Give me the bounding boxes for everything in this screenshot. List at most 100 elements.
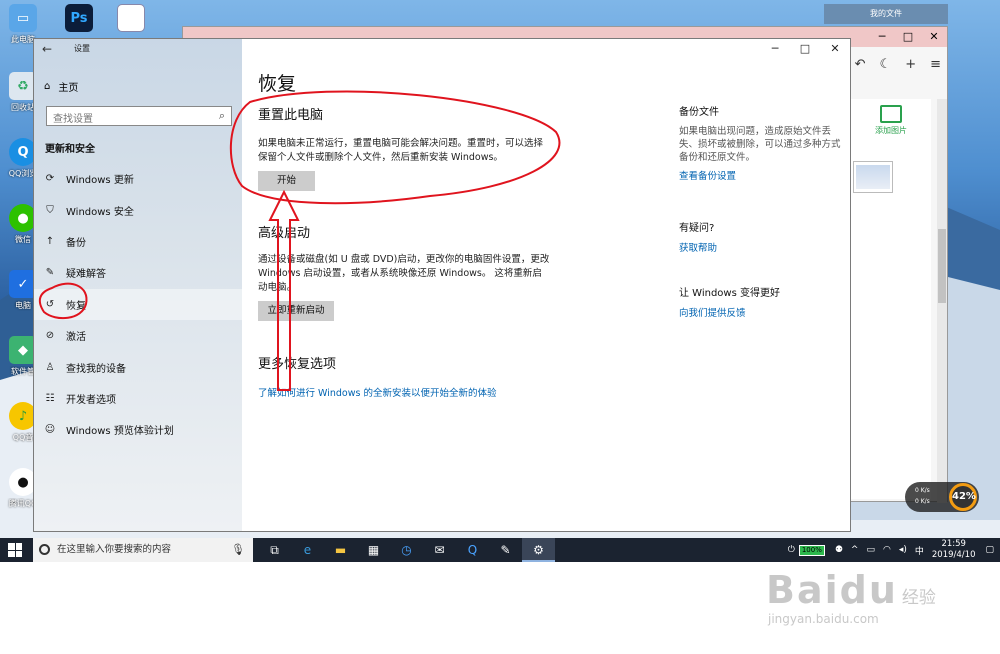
close-icon[interactable]: ✕: [820, 39, 850, 59]
bg-window-controls: ─ □ ✕: [869, 27, 947, 47]
nav-item-label: Windows 更新: [66, 175, 134, 187]
reset-pc-heading: 重置此电脑: [258, 108, 324, 123]
nav-item-recovery[interactable]: ↺ 恢复: [34, 288, 242, 320]
nav-item-backup[interactable]: ↑ 备份: [34, 226, 242, 257]
moon-icon[interactable]: ☾: [880, 57, 892, 72]
people-icon[interactable]: ⚉: [835, 545, 843, 555]
minimize-icon[interactable]: ─: [760, 39, 790, 59]
nav-item-windows-security[interactable]: ⛉ Windows 安全: [34, 194, 242, 225]
shield-icon: ⛉: [46, 204, 54, 216]
mail-icon[interactable]: ✉: [423, 538, 456, 562]
minimize-icon[interactable]: ─: [869, 27, 895, 47]
nav-item-find-my-device[interactable]: ♙ 查找我的设备: [34, 351, 242, 382]
related-panel: 备份文件 如果电脑出现问题，造成原始文件丢失、损坏或被删除，可以通过多种方式备份…: [679, 103, 844, 319]
nav-item-activation[interactable]: ⊘ 激活: [34, 320, 242, 351]
battery-indicator[interactable]: 100%: [798, 544, 825, 556]
paint-app-icon[interactable]: ✎: [489, 538, 522, 562]
nav-item-label: 恢复: [66, 300, 86, 312]
desktop-icon-photoshop[interactable]: Ps: [62, 4, 96, 34]
maximize-icon[interactable]: □: [895, 27, 921, 47]
image-icon: [880, 105, 902, 123]
taskbar: 在这里输入你要搜索的内容 🎙 ⧉ e ▬ ▦ ◷ ✉ Q ✎ ⚙ ⏻ 100% …: [0, 538, 1000, 562]
settings-window: ⌂ 主页 查找设置 ⌕ 更新和安全 ⟳ Windows 更新 ⛉ Windows…: [33, 38, 851, 532]
feedback-link[interactable]: 向我们提供反馈: [679, 305, 844, 319]
close-icon[interactable]: ✕: [921, 27, 947, 47]
settings-gear-icon[interactable]: ⚙: [522, 538, 555, 562]
nav-item-developer[interactable]: ☷ 开发者选项: [34, 383, 242, 414]
bg-window-panel: 添加图片: [851, 99, 931, 499]
maximize-icon[interactable]: □: [790, 39, 820, 59]
settings-sidebar: ⌂ 主页 查找设置 ⌕ 更新和安全 ⟳ Windows 更新 ⛉ Windows…: [34, 39, 242, 531]
add-picture-label: 添加图片: [875, 126, 907, 135]
task-view-icon[interactable]: ⧉: [258, 538, 291, 562]
advanced-startup-description: 通过设备或磁盘(如 U 盘或 DVD)启动，更改你的电脑固件设置，更改 Wind…: [258, 254, 550, 293]
restart-now-button[interactable]: 立即重新启动: [258, 301, 334, 321]
refresh-icon: ⟳: [45, 173, 55, 185]
computer-icon: ▭: [9, 4, 37, 32]
fresh-install-link[interactable]: 了解如何进行 Windows 的全新安装以便开始全新的体验: [258, 385, 578, 399]
clock-time: 21:59: [941, 539, 966, 549]
nav-item-insider[interactable]: ☺ Windows 预览体验计划: [34, 414, 242, 445]
get-help-link[interactable]: 获取帮助: [679, 240, 844, 254]
backup-arrow-icon: ↑: [45, 235, 55, 247]
watermark-brand: Bai: [766, 568, 840, 612]
plug-icon: ⏻: [787, 545, 795, 555]
window-controls: ─ □ ✕: [760, 39, 850, 59]
document-icon: [117, 4, 145, 32]
more-recovery-heading: 更多恢复选项: [258, 357, 337, 372]
microphone-icon[interactable]: 🎙: [231, 538, 245, 562]
ime-indicator[interactable]: 中: [915, 544, 924, 557]
start-button[interactable]: [8, 543, 22, 557]
taskbar-search-placeholder: 在这里输入你要搜索的内容: [57, 544, 172, 555]
system-tray: ⏻ 100% ⚉ ^ ▭ ◠ ◂) 中 21:59 2019/4/10 ▢: [788, 538, 1000, 562]
network-icon[interactable]: ▭: [866, 545, 875, 555]
clock-app-icon[interactable]: ◷: [390, 538, 423, 562]
nav-item-label: 开发者选项: [66, 394, 116, 406]
bg-window-scrollbar[interactable]: [937, 99, 947, 503]
volume-icon[interactable]: ◂): [899, 545, 907, 555]
chevron-up-icon[interactable]: ^: [851, 545, 859, 555]
reset-start-button[interactable]: 开始: [258, 171, 315, 191]
recovery-content: 恢复 重置此电脑 如果电脑未正常运行，重置电脑可能会解决问题。重置时，可以选择保…: [258, 69, 578, 399]
speed-widget[interactable]: 0 K/s 0 K/s 42%: [905, 482, 979, 512]
nav-item-label: Windows 安全: [66, 206, 134, 218]
menu-icon[interactable]: ≡: [930, 57, 941, 72]
store-icon[interactable]: ▦: [357, 538, 390, 562]
qq-browser-taskbar-icon[interactable]: Q: [456, 538, 489, 562]
insider-icon: ☺: [44, 424, 56, 436]
upload-rate: 0 K/s: [915, 487, 930, 494]
plus-icon[interactable]: +: [905, 57, 916, 72]
back-arrow-icon[interactable]: ←: [42, 42, 52, 56]
photoshop-icon: Ps: [65, 4, 93, 32]
taskbar-search-input[interactable]: 在这里输入你要搜索的内容 🎙: [33, 538, 253, 562]
edge-icon[interactable]: e: [291, 538, 324, 562]
nav-item-label: 查找我的设备: [66, 363, 126, 375]
settings-search-input[interactable]: 查找设置 ⌕: [46, 106, 232, 126]
reset-pc-description: 如果电脑未正常运行，重置电脑可能会解决问题。重置时，可以选择保留个人文件或删除个…: [258, 138, 544, 163]
help-heading: 有疑问?: [679, 223, 715, 234]
bg-window-toolbar: ↶ ☾ + ≡: [855, 57, 941, 72]
desktop-icon-document[interactable]: [114, 4, 148, 34]
watermark-url: jingyan.baidu.com: [768, 612, 879, 626]
watermark-brand-2: du: [839, 568, 898, 612]
nav-item-windows-update[interactable]: ⟳ Windows 更新: [34, 163, 242, 194]
search-icon: ⌕: [218, 109, 225, 122]
baidu-watermark: Baidu 经验 jingyan.baidu.com: [766, 568, 936, 626]
wrench-icon: ✎: [45, 267, 55, 279]
nav-home[interactable]: ⌂ 主页: [44, 79, 78, 94]
home-icon: ⌂: [44, 81, 51, 92]
wifi-icon[interactable]: ◠: [883, 545, 891, 555]
memory-percent: 42%: [949, 483, 977, 511]
taskbar-clock[interactable]: 21:59 2019/4/10: [932, 539, 976, 561]
download-rate: 0 K/s: [915, 498, 930, 505]
file-explorer-icon[interactable]: ▬: [324, 538, 357, 562]
undo-icon[interactable]: ↶: [855, 57, 866, 72]
notification-icon[interactable]: ▢: [985, 545, 994, 555]
taskbar-apps: ⧉ e ▬ ▦ ◷ ✉ Q ✎ ⚙: [258, 538, 555, 562]
section-heading: 更新和安全: [45, 144, 95, 155]
check-circle-icon: ⊘: [45, 330, 55, 342]
slide-thumbnail[interactable]: [853, 161, 893, 193]
nav-item-troubleshoot[interactable]: ✎ 疑难解答: [34, 257, 242, 288]
backup-settings-link[interactable]: 查看备份设置: [679, 168, 844, 182]
add-picture-button[interactable]: 添加图片: [851, 105, 931, 136]
